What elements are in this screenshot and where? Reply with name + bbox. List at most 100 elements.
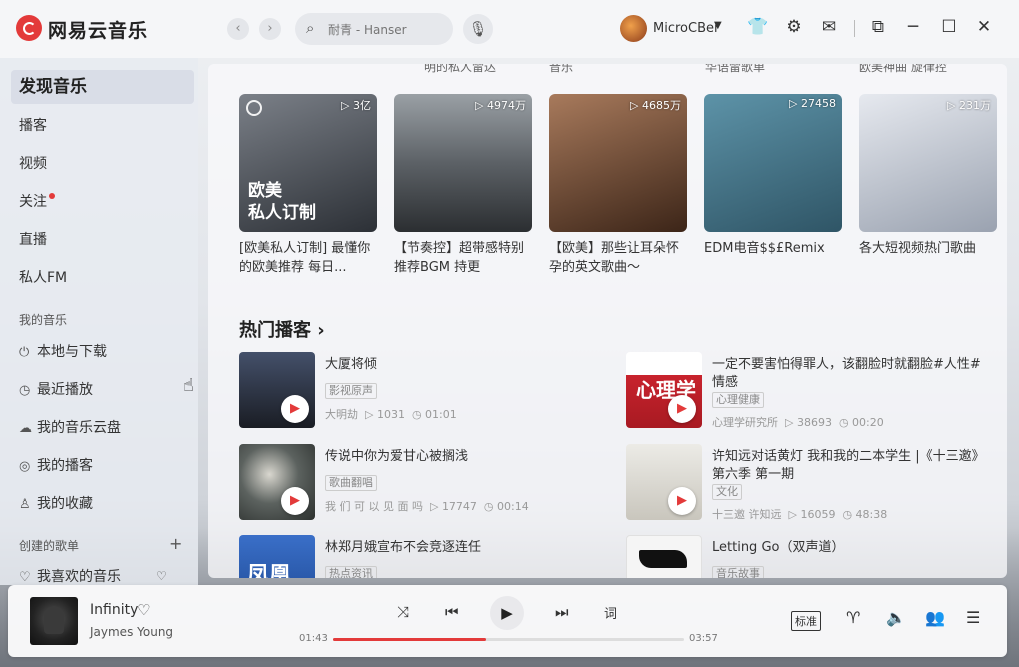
play-icon[interactable]: ▶: [281, 395, 309, 423]
sidebar-item-podcast[interactable]: 播客: [11, 109, 194, 143]
sidebar-item-label: 本地与下载: [37, 344, 107, 360]
podcast-title[interactable]: 大厦将倾: [325, 356, 377, 374]
section-title-podcasts[interactable]: 热门播客 ›: [239, 316, 325, 342]
skin-icon[interactable]: 👕: [747, 17, 769, 37]
podcast-tag[interactable]: 热点资讯: [325, 566, 377, 578]
search-box[interactable]: ⌕: [295, 13, 453, 45]
previous-icon[interactable]: ⏮: [445, 603, 459, 621]
podcast-meta: 大明劫 ▷ 1031 ◷ 01:01: [325, 408, 457, 421]
playlist-card[interactable]: ▷ 27458 EDM电音$$£Remix: [704, 94, 842, 279]
playlist-cover[interactable]: ▷ 27458: [704, 94, 842, 232]
podcast-meta: 心理学研究所 ▷ 38693 ◷ 00:20: [712, 416, 884, 429]
play-icon[interactable]: ▶: [668, 487, 696, 515]
close-icon[interactable]: ✕: [973, 17, 995, 37]
podcast-tag[interactable]: 歌曲翻唱: [325, 475, 377, 491]
podcast-title[interactable]: 林郑月娥宣布不会竞逐连任: [325, 539, 481, 557]
podcast-tag[interactable]: 影视原声: [325, 383, 377, 399]
sidebar-item-follow[interactable]: 关注: [11, 185, 194, 219]
quality-button[interactable]: 标准: [791, 611, 821, 631]
podcast-cover[interactable]: 凤凰: [239, 535, 315, 578]
playlist-title[interactable]: 各大短视频热门歌曲: [859, 239, 997, 279]
podcast-meta: 我 们 可 以 见 面 吗 ▷ 17747 ◷ 00:14: [325, 500, 529, 513]
sidebar-item-fm[interactable]: 私人FM: [11, 261, 194, 295]
podcast-cover[interactable]: ▶: [239, 444, 315, 520]
podcast-tag[interactable]: 心理健康: [712, 392, 764, 408]
podcast-cover[interactable]: ▶: [626, 444, 702, 520]
podcast-tag[interactable]: 文化: [712, 484, 742, 500]
album-cover[interactable]: [30, 597, 78, 645]
playlist-card[interactable]: ▷ 3亿 欧美 私人订制 [欧美私人订制] 最懂你的欧美推荐 每日...: [239, 94, 377, 279]
sidebar-item-recent[interactable]: ◷ 最近播放: [11, 373, 194, 407]
minimize-icon[interactable]: ─: [902, 17, 924, 37]
sidebar-item-discover[interactable]: 发现音乐: [11, 70, 194, 104]
sidebar-item-my-podcast[interactable]: ◎ 我的播客: [11, 449, 194, 483]
podcast-title[interactable]: 传说中你为爱甘心被搁浅: [325, 448, 468, 466]
shuffle-icon[interactable]: ⤨: [397, 603, 409, 621]
playlist-title[interactable]: EDM电音$$£Remix: [704, 239, 842, 279]
sidebar-item-label: 我的收藏: [37, 496, 93, 512]
cut-playlist-title[interactable]: 华语雷歌单: [705, 64, 765, 75]
playlist-card[interactable]: ▷ 4685万 【欧美】那些让耳朵怀孕的英文歌曲～: [549, 94, 687, 279]
chevron-down-icon[interactable]: ▼: [714, 20, 722, 31]
cut-playlist-title[interactable]: 音乐: [549, 64, 573, 75]
podcast-item[interactable]: 凤凰 林郑月娥宣布不会竞逐连任 热点资讯: [239, 535, 599, 578]
play-button[interactable]: ▶: [490, 596, 524, 630]
podcast-item[interactable]: ▶ 许知远对话黄灯 我和我的二本学生 |《十三邀》第六季 第一期 文化 十三邀 …: [626, 444, 996, 521]
play-count: ▷ 27458: [789, 97, 836, 110]
podcast-title[interactable]: 许知远对话黄灯 我和我的二本学生 |《十三邀》第六季 第一期: [712, 448, 992, 484]
playlist-cover[interactable]: ▷ 3亿 欧美 私人订制: [239, 94, 377, 232]
cut-playlist-title[interactable]: 明的私人雷达: [424, 64, 496, 75]
playlist-title[interactable]: 【节奏控】超带感特别推荐BGM 持更: [394, 239, 532, 279]
podcast-cover[interactable]: 心理学 ▶: [626, 352, 702, 428]
podcast-item[interactable]: 心理学 ▶ 一定不要害怕得罪人，该翻脸时就翻脸#人性#情感 心理健康 心理学研究所…: [626, 352, 996, 429]
maximize-icon[interactable]: ☐: [938, 17, 960, 37]
mini-mode-icon[interactable]: ⧉: [867, 17, 889, 37]
podcast-title[interactable]: 一定不要害怕得罪人，该翻脸时就翻脸#人性#情感: [712, 356, 992, 392]
sidebar-item-video[interactable]: 视频: [11, 147, 194, 181]
lyrics-button[interactable]: 词: [604, 603, 617, 622]
podcast-item[interactable]: ▶ 大厦将倾 影视原声 大明劫 ▷ 1031 ◷ 01:01: [239, 352, 599, 428]
user-name[interactable]: MicroCBer: [653, 21, 719, 36]
netease-logo-icon[interactable]: [16, 15, 42, 41]
avatar[interactable]: [620, 15, 647, 42]
podcast-cover[interactable]: ▶: [239, 352, 315, 428]
next-icon[interactable]: ⏭: [555, 603, 569, 621]
listen-together-icon[interactable]: 👥: [925, 608, 945, 627]
podcast-tag[interactable]: 音乐故事: [712, 566, 764, 578]
progress-bar[interactable]: [333, 638, 684, 641]
search-icon[interactable]: ⌕: [306, 19, 314, 37]
playlist-cover[interactable]: ▷ 4685万: [549, 94, 687, 232]
app-title[interactable]: 网易云音乐: [48, 16, 148, 43]
artist-name[interactable]: Jaymes Young: [90, 625, 173, 639]
search-input[interactable]: [326, 19, 450, 41]
playlist-card[interactable]: ▷ 231万 各大短视频热门歌曲: [859, 94, 997, 279]
forward-button[interactable]: ›: [259, 18, 281, 40]
podcast-cover[interactable]: [626, 535, 702, 578]
play-icon[interactable]: ▶: [668, 395, 696, 423]
playlist-card[interactable]: ▷ 4974万 【节奏控】超带感特别推荐BGM 持更: [394, 94, 532, 279]
song-title[interactable]: Infinity: [90, 602, 138, 618]
playlist-title[interactable]: [欧美私人订制] 最懂你的欧美推荐 每日...: [239, 239, 377, 279]
playlist-queue-icon[interactable]: ☰: [966, 608, 980, 627]
mail-icon[interactable]: ✉: [818, 17, 840, 37]
sidebar-item-collect[interactable]: ♙ 我的收藏: [11, 487, 194, 521]
podcast-title[interactable]: Letting Go（双声道）: [712, 539, 844, 557]
playlist-cover[interactable]: ▷ 4974万: [394, 94, 532, 232]
cut-playlist-title[interactable]: 欧美神曲 旋律控: [859, 64, 947, 75]
sound-effect-icon[interactable]: ♈: [846, 608, 860, 627]
gear-icon[interactable]: ⚙: [783, 17, 805, 37]
podcast-item[interactable]: ▶ 传说中你为爱甘心被搁浅 歌曲翻唱 我 们 可 以 见 面 吗 ▷ 17747…: [239, 444, 599, 520]
add-playlist-icon[interactable]: +: [169, 534, 182, 553]
podcast-item[interactable]: Letting Go（双声道） 音乐故事: [626, 535, 996, 578]
voice-search-icon[interactable]: 🎙: [463, 14, 493, 44]
sidebar-item-cloud[interactable]: ☁ 我的音乐云盘: [11, 411, 194, 445]
sidebar-item-live[interactable]: 直播: [11, 223, 194, 257]
like-heart-icon[interactable]: ♡: [137, 601, 150, 619]
sidebar-item-local-download[interactable]: ⏻ 本地与下载: [11, 335, 194, 369]
playlist-title[interactable]: 【欧美】那些让耳朵怀孕的英文歌曲～: [549, 239, 687, 279]
play-icon[interactable]: ▶: [281, 487, 309, 515]
playlist-cover[interactable]: ▷ 231万: [859, 94, 997, 232]
heartbeat-mode-icon[interactable]: ♡: [156, 569, 167, 583]
volume-icon[interactable]: 🔈: [886, 608, 906, 627]
back-button[interactable]: ‹: [227, 18, 249, 40]
